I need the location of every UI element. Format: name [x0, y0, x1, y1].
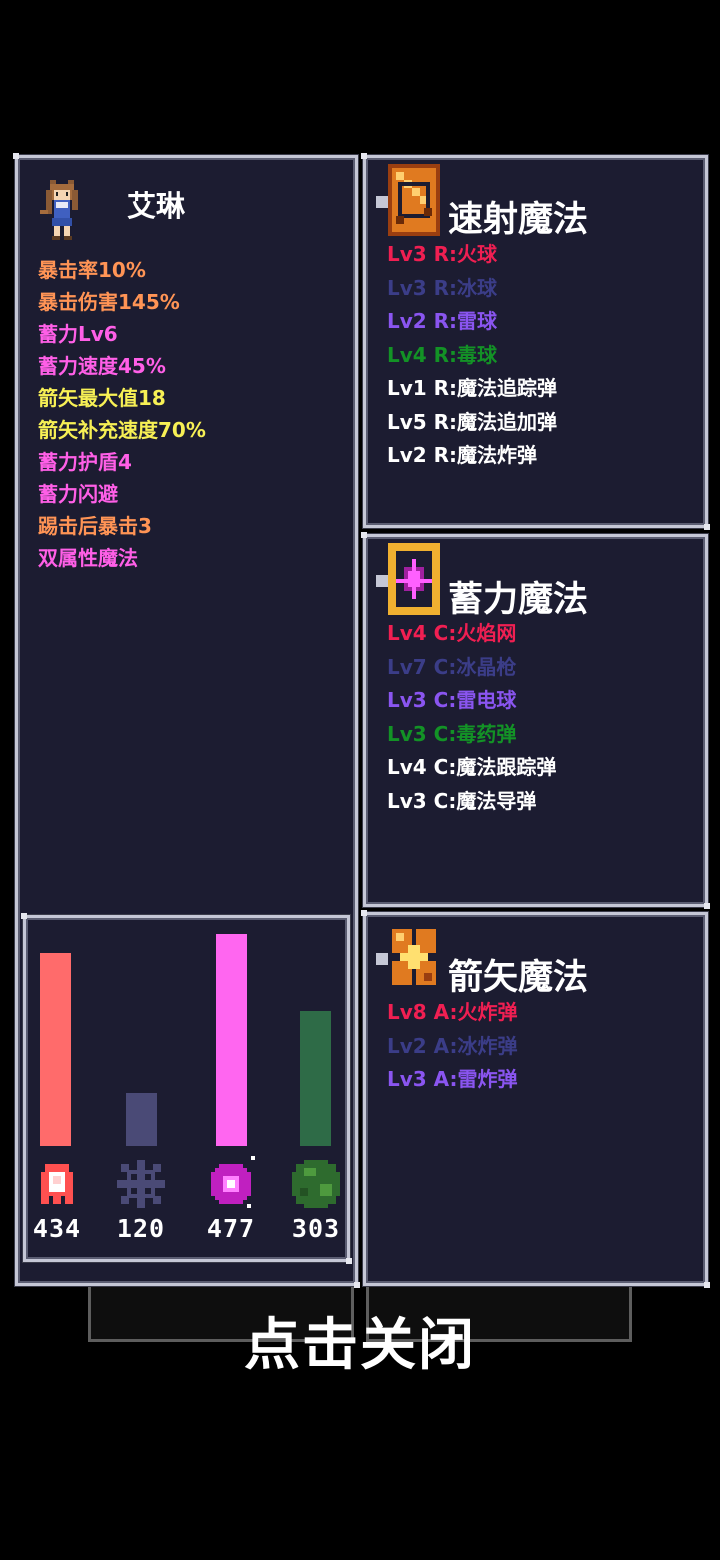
- rapid-magic-list: Lv3 R:火球 Lv3 R:冰球 Lv2 R:雷球 Lv4 R:毒球 Lv1 …: [387, 238, 557, 473]
- rapid-magic-item: Lv4 R:毒球: [387, 342, 498, 367]
- arrow-magic-list: Lv8 A:火炸弹 Lv2 A:冰炸弹 Lv3 A:雷炸弹: [387, 996, 518, 1097]
- stat-dual-element: 双属性魔法: [38, 546, 138, 570]
- poison-value: 303: [291, 1214, 341, 1243]
- charge-magic-item: Lv3 C:毒药弹: [387, 721, 517, 746]
- arrow-magic-item: Lv8 A:火炸弹: [387, 1000, 518, 1024]
- bar-thunder: [216, 934, 247, 1146]
- charge-magic-item: Lv4 C:魔法跟踪弹: [387, 755, 557, 779]
- bar-poison: [300, 1011, 331, 1146]
- charge-magic-item: Lv3 C:魔法导弹: [387, 788, 537, 813]
- rapid-magic-item: Lv1 R:魔法追踪弹: [387, 376, 558, 400]
- stat-crit-rate: 暴击率10%: [38, 258, 146, 282]
- thunder-icon: [211, 1156, 255, 1208]
- stat-crit-damage: 暴击伤害145%: [38, 290, 180, 314]
- stat-charge-level: 蓄力Lv6: [38, 322, 118, 346]
- fire-icon: [41, 1164, 73, 1204]
- fire-value: 434: [32, 1214, 82, 1243]
- close-button[interactable]: 点击关闭: [0, 1310, 720, 1382]
- charge-magic-title: 蓄力魔法: [448, 580, 589, 620]
- stat-kick-crit: 踢击后暴击3: [38, 514, 152, 538]
- charge-magic-icon: [376, 543, 440, 615]
- charge-magic-item: Lv3 C:雷电球: [387, 688, 517, 712]
- rapid-magic-title: 速射魔法: [448, 200, 589, 240]
- rapid-magic-item: Lv5 R:魔法追加弹: [387, 409, 558, 434]
- bar-ice: [126, 1093, 157, 1146]
- rapid-magic-icon: [376, 164, 440, 236]
- element-bar-chart: [28, 934, 338, 1146]
- stat-charge-speed: 蓄力速度45%: [38, 354, 166, 378]
- arrow-magic-icon: [376, 925, 440, 989]
- rapid-magic-item: Lv3 R:冰球: [387, 275, 498, 300]
- thunder-value: 477: [206, 1214, 256, 1243]
- stat-charge-shield: 蓄力护盾4: [38, 450, 132, 474]
- ice-icon: [117, 1160, 165, 1208]
- arrow-magic-title: 箭矢魔法: [448, 958, 589, 998]
- charge-magic-item: Lv7 C:冰晶枪: [387, 654, 517, 679]
- character-avatar: [40, 180, 78, 240]
- charge-magic-item: Lv4 C:火焰网: [387, 621, 517, 645]
- charge-magic-list: Lv4 C:火焰网 Lv7 C:冰晶枪 Lv3 C:雷电球 Lv3 C:毒药弹 …: [387, 617, 556, 818]
- rapid-magic-item: Lv3 R:火球: [387, 242, 498, 266]
- arrow-magic-item: Lv2 A:冰炸弹: [387, 1033, 518, 1058]
- rapid-magic-item: Lv2 R:雷球: [387, 309, 498, 333]
- ice-value: 120: [116, 1214, 166, 1243]
- arrow-magic-item: Lv3 A:雷炸弹: [387, 1067, 518, 1091]
- poison-icon: [292, 1160, 340, 1208]
- stat-arrow-max: 箭矢最大值18: [38, 386, 166, 410]
- rapid-magic-item: Lv2 R:魔法炸弹: [387, 443, 538, 467]
- character-name: 艾琳: [127, 189, 186, 223]
- character-stats-list: 暴击率10% 暴击伤害145% 蓄力Lv6 蓄力速度45% 箭矢最大值18 箭矢…: [38, 254, 206, 574]
- bar-fire: [40, 953, 71, 1146]
- stat-charge-dodge: 蓄力闪避: [38, 482, 118, 506]
- stat-arrow-refill: 箭矢补充速度70%: [38, 418, 206, 442]
